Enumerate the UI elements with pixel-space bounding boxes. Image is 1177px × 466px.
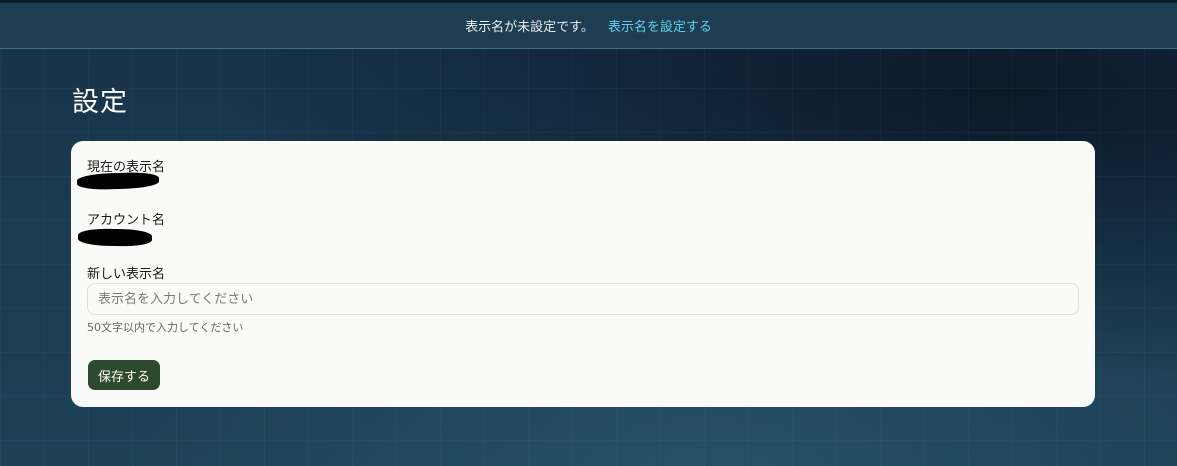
account-name-label: アカウント名 — [87, 213, 166, 228]
helper-text: 50文字以内で入力してください — [87, 321, 244, 334]
page-title: 設定 — [72, 87, 128, 118]
display-name-input[interactable] — [87, 283, 1079, 315]
current-display-name-redacted — [76, 171, 160, 191]
set-display-name-link[interactable]: 表示名を設定する — [608, 16, 712, 35]
settings-card: 現在の表示名 アカウント名 新しい表示名 50文字以内で入力してください 保存す… — [71, 141, 1095, 407]
notice-bar: 表示名が未設定です。 表示名を設定する — [0, 3, 1177, 49]
save-button[interactable]: 保存する — [88, 360, 161, 390]
new-display-name-label: 新しい表示名 — [87, 267, 166, 282]
notice-message: 表示名が未設定です。 — [465, 20, 594, 35]
account-name-redacted — [77, 228, 153, 247]
